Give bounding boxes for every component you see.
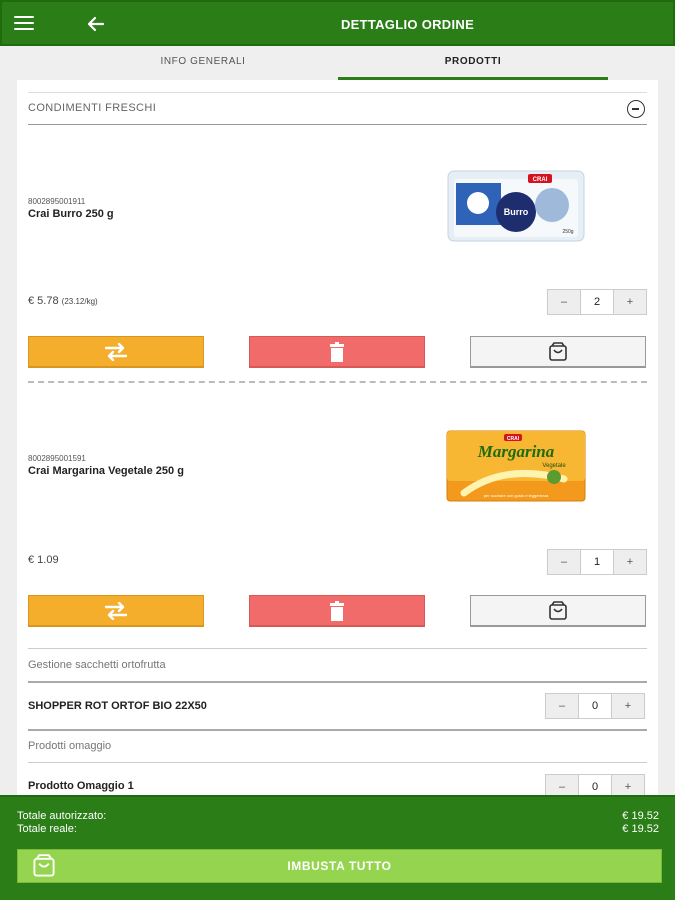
image-sub: Vegetale	[542, 463, 566, 469]
totals-bar: Totale autorizzato: € 19.52 Totale reale…	[0, 795, 675, 900]
trash-icon	[330, 341, 344, 362]
divider	[28, 681, 647, 683]
product-price: € 5.78 (23.12/kg)	[28, 295, 98, 307]
minus-circle-icon[interactable]	[627, 100, 645, 118]
quantity-stepper: – 0 +	[545, 774, 645, 795]
trash-icon	[330, 600, 344, 621]
image-weight: 250g	[562, 229, 573, 235]
quantity-stepper: – 2 +	[547, 289, 647, 315]
category-header[interactable]: CONDIMENTI FRESCHI	[28, 92, 647, 125]
authorized-total-value: € 19.52	[622, 810, 659, 822]
decrement-button[interactable]: –	[546, 694, 578, 718]
tab-bar: INFO GENERALI PRODOTTI	[0, 46, 675, 80]
product-sku: 8002895001911	[28, 197, 86, 206]
gifts-section-label: Prodotti omaggio	[28, 740, 112, 752]
bag-button[interactable]	[470, 595, 646, 627]
increment-button[interactable]: +	[614, 550, 646, 574]
product-image: CRAI Margarina Vegetale per cucinare con…	[446, 430, 586, 502]
product-name: Crai Burro 250 g	[28, 208, 114, 220]
quantity-stepper: – 0 +	[545, 693, 645, 719]
tab-prodotti[interactable]: PRODOTTI	[338, 46, 608, 80]
image-caption: per cucinare con gusto e leggerezza	[484, 493, 549, 498]
category-label: CONDIMENTI FRESCHI	[28, 102, 157, 114]
bag-all-button[interactable]: IMBUSTA TUTTO	[17, 849, 662, 883]
product-sku: 8002895001591	[28, 454, 86, 463]
product-divider	[28, 381, 647, 383]
increment-button[interactable]: +	[612, 694, 644, 718]
product-image: CRAI Burro 250g	[447, 170, 585, 242]
image-label: Burro	[504, 207, 529, 217]
app-header: DETTAGLIO ORDINE	[0, 0, 675, 46]
shopping-bag-icon	[549, 341, 567, 361]
page-title: DETTAGLIO ORDINE	[340, 17, 475, 32]
replace-button[interactable]	[28, 336, 204, 368]
quantity-stepper: – 1 +	[547, 549, 647, 575]
increment-button[interactable]: +	[612, 775, 644, 795]
shopping-bag-icon	[549, 600, 567, 620]
decrement-button[interactable]: –	[546, 775, 578, 795]
authorized-total-label: Totale autorizzato:	[17, 810, 107, 822]
delete-button[interactable]	[249, 336, 425, 368]
real-total-value: € 19.52	[622, 823, 659, 835]
unit-price: (23.12/kg)	[61, 297, 98, 306]
swap-arrows-icon	[104, 601, 128, 620]
swap-arrows-icon	[104, 342, 128, 361]
replace-button[interactable]	[28, 595, 204, 627]
products-list[interactable]: CONDIMENTI FRESCHI 8002895001911 Crai Bu…	[17, 80, 658, 795]
bags-section-label: Gestione sacchetti ortofrutta	[28, 659, 166, 671]
bag-all-label: IMBUSTA TUTTO	[287, 859, 392, 873]
product-card: 8002895001911 Crai Burro 250 g CRAI Burr…	[28, 135, 647, 375]
divider	[28, 729, 647, 731]
image-label: Margarina	[477, 442, 555, 461]
increment-button[interactable]: +	[614, 290, 646, 314]
divider	[28, 762, 647, 763]
bag-button[interactable]	[470, 336, 646, 368]
product-card: 8002895001591 Crai Margarina Vegetale 25…	[28, 393, 647, 633]
price-value: € 5.78	[28, 295, 59, 307]
delete-button[interactable]	[249, 595, 425, 627]
quantity-value[interactable]: 0	[578, 775, 612, 795]
product-price: € 1.09	[28, 554, 59, 566]
decrement-button[interactable]: –	[548, 550, 580, 574]
decrement-button[interactable]: –	[548, 290, 580, 314]
quantity-value[interactable]: 0	[578, 694, 612, 718]
price-value: € 1.09	[28, 554, 59, 566]
image-brand: CRAI	[533, 177, 548, 183]
tab-info-generali[interactable]: INFO GENERALI	[70, 46, 336, 80]
quantity-value[interactable]: 1	[580, 550, 614, 574]
real-total-label: Totale reale:	[17, 823, 77, 835]
quantity-value[interactable]: 2	[580, 290, 614, 314]
divider	[28, 648, 647, 649]
product-name: Crai Margarina Vegetale 250 g	[28, 465, 184, 477]
